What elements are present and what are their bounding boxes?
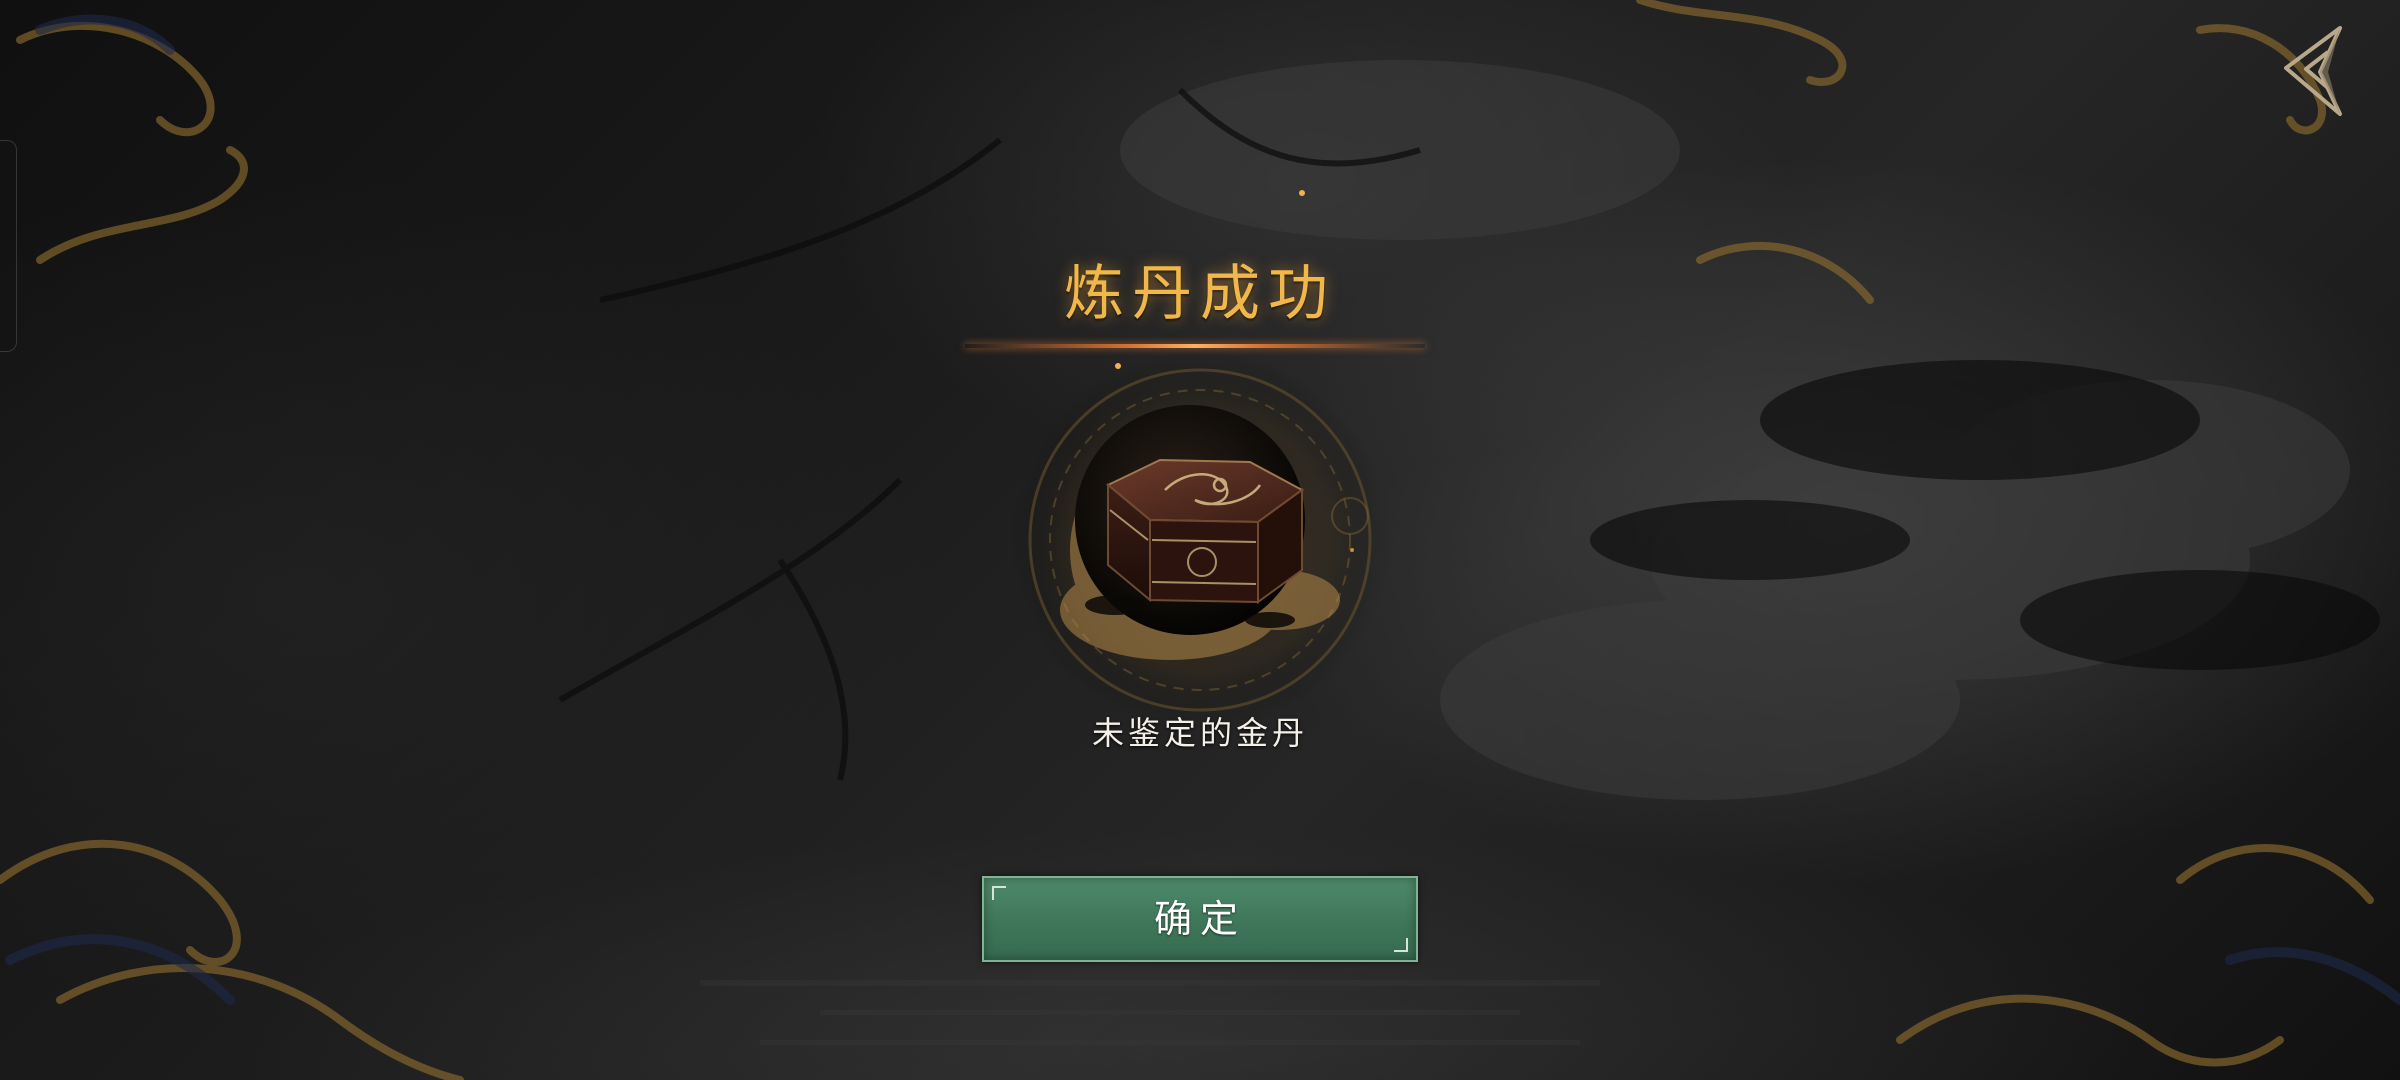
- hexagonal-box-icon: [1106, 458, 1304, 604]
- alchemy-result-screen: 炼丹成功 未鉴定的金丹 确定: [0, 0, 2400, 1080]
- confirm-button[interactable]: 确定: [982, 876, 1418, 962]
- side-edge-tab: [0, 140, 17, 352]
- confirm-button-label: 确定: [1153, 897, 1246, 941]
- item-name: 未鉴定的金丹: [1091, 714, 1308, 752]
- back-arrow-icon: [2284, 26, 2342, 116]
- title-divider: [965, 344, 1425, 348]
- back-button[interactable]: [2268, 22, 2358, 122]
- item-emblem: [1010, 350, 1390, 720]
- page-title: 炼丹成功: [1064, 259, 1336, 329]
